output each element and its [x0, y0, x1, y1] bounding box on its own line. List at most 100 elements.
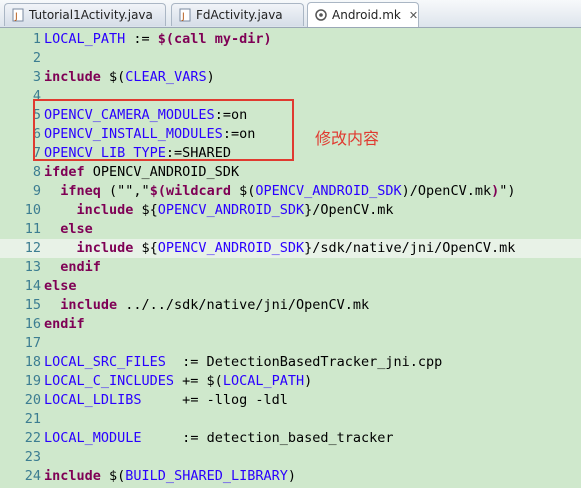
code-line[interactable]: 5 OPENCV_CAMERA_MODULES:=on — [0, 106, 581, 125]
code-line[interactable]: 8 ifdef OPENCV_ANDROID_SDK — [0, 163, 581, 182]
code-text: LOCAL_SRC_FILES := DetectionBasedTracker… — [44, 353, 442, 372]
code-token: :=SHARED — [165, 145, 231, 161]
line-number: 14 — [24, 278, 41, 294]
code-token: $( — [230, 183, 256, 199]
line-number: 7 — [32, 145, 41, 161]
code-line[interactable]: 22 LOCAL_MODULE := detection_based_tracke… — [0, 429, 581, 448]
code-line[interactable]: 1 LOCAL_PATH := $(call my-dir) — [0, 30, 581, 49]
line-number: 19 — [24, 373, 41, 389]
line-number: 17 — [24, 335, 41, 351]
code-line[interactable]: 20 LOCAL_LDLIBS += -llog -ldl — [0, 391, 581, 410]
code-editor[interactable]: 1 LOCAL_PATH := $(call my-dir) 2 3 include $… — [0, 28, 581, 488]
code-token: ) — [206, 69, 215, 85]
code-token: $(wildcard — [149, 183, 231, 199]
code-token: OPENCV_LIB_TYPE — [44, 145, 166, 161]
java-file-icon: J — [11, 8, 25, 22]
code-token: else — [44, 278, 77, 294]
code-text: OPENCV_CAMERA_MODULES:=on — [44, 106, 247, 125]
code-token: include — [44, 240, 134, 256]
code-text: LOCAL_LDLIBS += -llog -ldl — [44, 391, 288, 410]
code-text: ifneq ("","$(wildcard $(OPENCV_ANDROID_S… — [44, 182, 515, 201]
code-text: include $(CLEAR_VARS) — [44, 68, 215, 87]
code-token: include — [44, 297, 118, 313]
line-number: 18 — [24, 354, 41, 370]
code-token: LOCAL_LDLIBS — [44, 392, 142, 408]
editor-tab-bar: J Tutorial1Activity.java J FdActivity.ja… — [0, 0, 581, 28]
code-token: := — [125, 31, 158, 47]
code-line[interactable]: 17 — [0, 334, 581, 353]
code-line[interactable]: 16 endif — [0, 315, 581, 334]
line-number: 1 — [32, 31, 41, 47]
code-token: OPENCV_ANDROID_SDK — [84, 164, 240, 180]
code-text: include ${OPENCV_ANDROID_SDK}/OpenCV.mk — [44, 201, 394, 220]
code-token: OPENCV_ANDROID_SDK — [157, 202, 305, 218]
code-token: LOCAL_MODULE — [44, 430, 142, 446]
code-token: CLEAR_VARS — [125, 69, 207, 85]
code-line[interactable]: 2 — [0, 49, 581, 68]
code-text: OPENCV_LIB_TYPE:=SHARED — [44, 144, 231, 163]
line-number: 3 — [32, 69, 41, 85]
line-number: 23 — [24, 449, 41, 465]
code-token: ifdef — [44, 164, 85, 180]
tab-tutorial1activity[interactable]: J Tutorial1Activity.java — [4, 3, 166, 26]
code-line[interactable]: 15 include ../../sdk/native/jni/OpenCV.m… — [0, 296, 581, 315]
code-token: include — [44, 69, 101, 85]
code-token: ") — [499, 183, 516, 199]
line-number: 15 — [24, 297, 41, 313]
line-number: 20 — [24, 392, 41, 408]
code-token: else — [44, 221, 93, 237]
code-line[interactable]: 13 endif — [0, 258, 581, 277]
code-token: LOCAL_PATH — [44, 31, 126, 47]
code-line[interactable]: 23 — [0, 448, 581, 467]
code-line[interactable]: 19 LOCAL_C_INCLUDES += $(LOCAL_PATH) — [0, 372, 581, 391]
code-text: include $(BUILD_SHARED_LIBRARY) — [44, 467, 296, 486]
makefile-icon — [314, 8, 328, 22]
code-token: $( — [100, 468, 126, 484]
code-line[interactable]: 12 include ${OPENCV_ANDROID_SDK}/sdk/nat… — [0, 239, 581, 258]
code-text: else — [44, 220, 93, 239]
code-token: OPENCV_INSTALL_MODULES — [44, 126, 223, 142]
close-icon[interactable]: ✕ — [409, 9, 418, 22]
code-token: include — [44, 468, 101, 484]
code-line[interactable]: 14 else — [0, 277, 581, 296]
code-token: BUILD_SHARED_LIBRARY — [125, 468, 288, 484]
line-number: 10 — [24, 202, 41, 218]
code-line[interactable]: 3 include $(CLEAR_VARS) — [0, 68, 581, 87]
annotation-label: 修改内容 — [315, 129, 380, 148]
code-token: ) — [491, 183, 500, 199]
code-line[interactable]: 10 include ${OPENCV_ANDROID_SDK}/OpenCV.… — [0, 201, 581, 220]
code-line[interactable]: 24 include $(BUILD_SHARED_LIBRARY) — [0, 467, 581, 486]
code-text: ifdef OPENCV_ANDROID_SDK — [44, 163, 239, 182]
code-line[interactable]: 21 — [0, 410, 581, 429]
code-line[interactable]: 7 OPENCV_LIB_TYPE:=SHARED — [0, 144, 581, 163]
svg-text:J: J — [181, 12, 185, 22]
line-number: 2 — [32, 50, 41, 66]
code-token: ifneq — [44, 183, 101, 199]
code-token: ../../sdk/native/jni/OpenCV.mk — [117, 297, 370, 313]
tab-label: Tutorial1Activity.java — [29, 8, 153, 22]
tab-fdactivity[interactable]: J FdActivity.java — [171, 3, 304, 26]
code-token: :=on — [222, 126, 256, 142]
code-token: )/OpenCV.mk — [401, 183, 492, 199]
tab-label: FdActivity.java — [196, 8, 283, 22]
code-line[interactable]: 4 — [0, 87, 581, 106]
code-token: $(call my-dir) — [157, 31, 272, 47]
line-number: 11 — [24, 221, 41, 237]
code-line[interactable]: 9 ifneq ("","$(wildcard $(OPENCV_ANDROID… — [0, 182, 581, 201]
code-token: ) — [304, 373, 313, 389]
code-token: LOCAL_C_INCLUDES — [44, 373, 175, 389]
code-line[interactable]: 11 else — [0, 220, 581, 239]
line-number: 12 — [24, 240, 41, 256]
code-line[interactable]: 18 LOCAL_SRC_FILES := DetectionBasedTrack… — [0, 353, 581, 372]
code-text: LOCAL_C_INCLUDES += $(LOCAL_PATH) — [44, 372, 312, 391]
line-number: 8 — [32, 164, 41, 180]
code-token: ${ — [133, 240, 158, 256]
line-number: 16 — [24, 316, 41, 332]
code-token: ) — [287, 468, 296, 484]
code-token: := DetectionBasedTracker_jni.cpp — [165, 354, 443, 370]
code-line[interactable]: 6 OPENCV_INSTALL_MODULES:=on — [0, 125, 581, 144]
tab-android-mk[interactable]: Android.mk ✕ — [307, 2, 419, 27]
java-file-icon: J — [178, 8, 192, 22]
code-token: ${ — [133, 202, 158, 218]
code-text: else — [44, 277, 77, 296]
